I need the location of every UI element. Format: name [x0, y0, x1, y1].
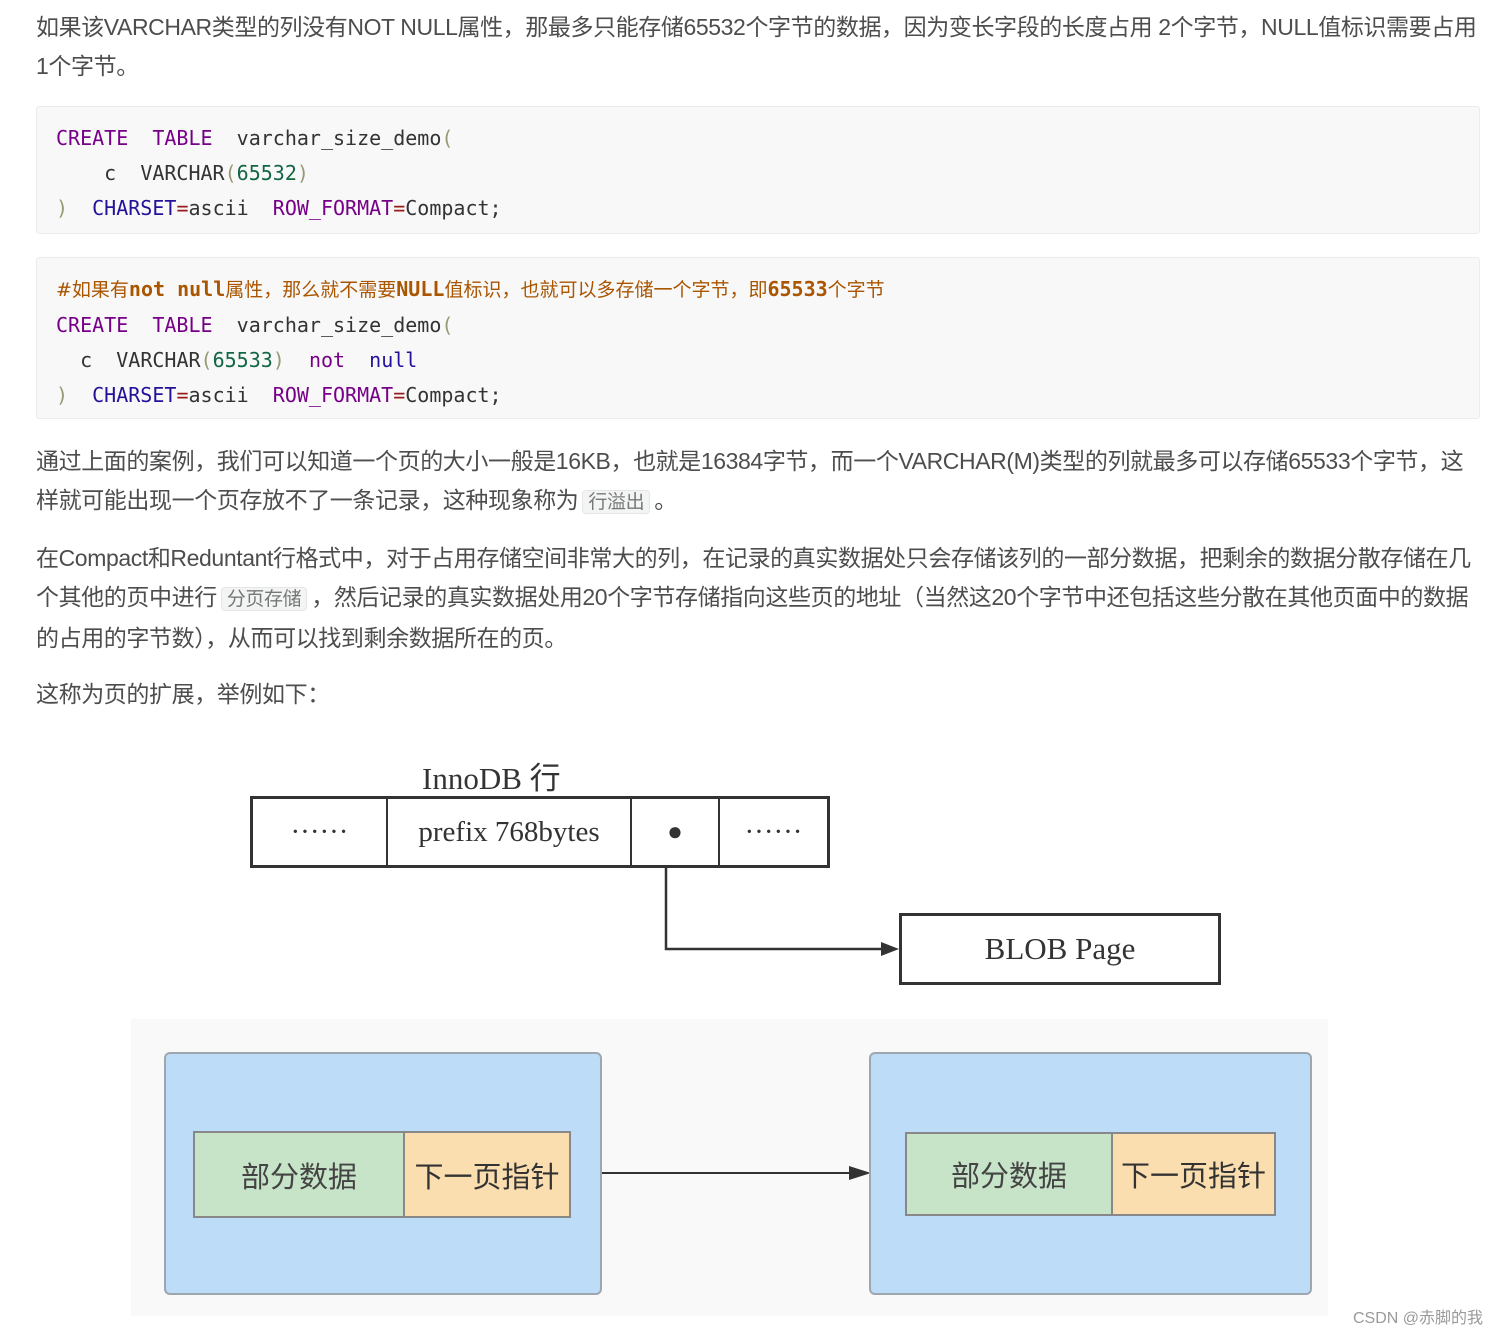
paren: ( — [441, 313, 454, 337]
arrow-head-icon — [849, 1166, 871, 1180]
code-comment: 属性，那么就不需要 — [225, 279, 397, 301]
number: 65533 — [212, 348, 273, 372]
paragraph-compact-redundant: 在Compact和Reduntant行格式中，对于占用存储空间非常大的列，在记录… — [36, 539, 1482, 658]
paragraph-text: 。 — [654, 487, 677, 513]
next-page-pointer-cell: 下一页指针 — [1113, 1134, 1274, 1214]
keyword: ROW_FORMAT — [272, 383, 394, 407]
page-chain-diagram: 部分数据 下一页指针 部分数据 下一页指针 — [131, 1019, 1328, 1316]
keyword: ROW_FORMAT — [272, 196, 394, 220]
paren: ) — [56, 383, 69, 407]
paren: ) — [296, 161, 309, 185]
paren: ( — [441, 126, 454, 150]
column-type: VARCHAR — [116, 348, 201, 372]
arrow-head-icon — [881, 942, 899, 956]
inline-code-paged-storage: 分页存储 — [220, 587, 308, 611]
operator: = — [176, 383, 189, 407]
paragraph-page-extension: 这称为页的扩展，举例如下： — [36, 681, 330, 707]
table-name: varchar_size_demo — [236, 313, 442, 337]
paragraph-row-overflow: 通过上面的案例，我们可以知道一个页的大小一般是16KB，也就是16384字节，而… — [36, 442, 1482, 522]
code-comment: 值标识，也就可以多存储一个字节，即 — [444, 279, 768, 301]
operator: = — [176, 196, 189, 220]
page-box: 部分数据 下一页指针 — [869, 1052, 1312, 1295]
code-comment: 65533 — [767, 277, 828, 301]
keyword: CHARSET — [92, 383, 177, 407]
operator: = — [393, 196, 406, 220]
number: 65532 — [236, 161, 297, 185]
keyword: CHARSET — [92, 196, 177, 220]
innodb-row-diagram: InnoDB 行 ······ prefix 768bytes ● ······… — [240, 745, 1240, 995]
value: Compact; — [405, 196, 502, 220]
value: Compact; — [405, 383, 502, 407]
page-record: 部分数据 下一页指针 — [905, 1132, 1276, 1216]
code-comment: 个字节 — [827, 279, 885, 301]
inline-code-row-overflow: 行溢出 — [582, 490, 651, 514]
keyword: TABLE — [152, 313, 213, 337]
arrow-line — [664, 868, 885, 951]
code-block-create-table-2: #如果有not null属性，那么就不需要NULL值标识，也就可以多存储一个字节… — [36, 257, 1480, 419]
code-comment: NULL — [396, 277, 445, 301]
paren: ) — [272, 348, 285, 372]
keyword: CREATE — [56, 313, 129, 337]
keyword: null — [369, 348, 418, 372]
value: ascii — [188, 383, 249, 407]
column-type: VARCHAR — [140, 161, 225, 185]
code-comment: not null — [128, 277, 226, 301]
paren: ( — [224, 161, 237, 185]
column-name: c — [80, 348, 93, 372]
blob-page-box: BLOB Page — [899, 913, 1221, 985]
operator: = — [393, 383, 406, 407]
watermark: CSDN @赤脚的我 — [1352, 1310, 1483, 1327]
paren: ( — [200, 348, 213, 372]
keyword: CREATE — [56, 126, 129, 150]
paragraph-varchar-limit: 如果该VARCHAR类型的列没有NOT NULL属性，那最多只能存储65532个… — [36, 14, 1477, 79]
paragraph-text: 通过上面的案例，我们可以知道一个页的大小一般是16KB，也就是16384字节，而… — [36, 448, 1464, 513]
code-block-create-table-1: CREATE TABLE varchar_size_demo( c VARCHA… — [36, 106, 1480, 234]
paren: ) — [56, 196, 69, 220]
table-name: varchar_size_demo — [236, 126, 442, 150]
column-name: c — [104, 161, 117, 185]
keyword: not — [308, 348, 346, 372]
value: ascii — [188, 196, 249, 220]
partial-data-cell: 部分数据 — [907, 1134, 1113, 1214]
code-comment: #如果有 — [56, 279, 129, 301]
keyword: TABLE — [152, 126, 213, 150]
